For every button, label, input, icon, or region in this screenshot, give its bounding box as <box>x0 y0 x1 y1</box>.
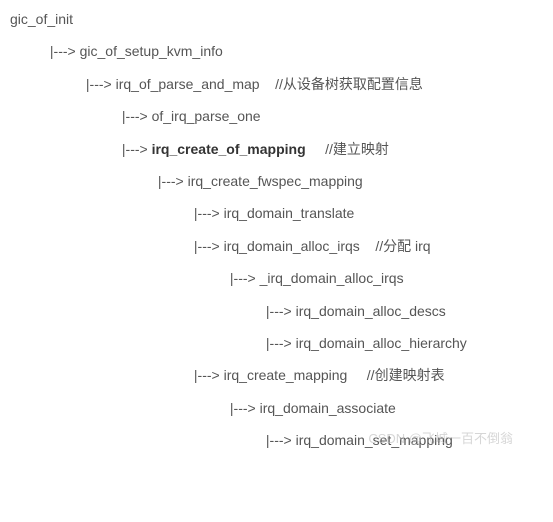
spacer <box>351 367 363 383</box>
func-label: gic_of_init <box>10 11 73 27</box>
tree-arrow: |---> <box>158 173 184 189</box>
tree-root: gic_of_init <box>10 8 543 30</box>
watermark-text: CSDN @飞城一百不倒翁 <box>368 429 513 450</box>
func-label-bold: irq_create_of_mapping <box>152 141 306 157</box>
comment-label: //创建映射表 <box>367 367 445 383</box>
tree-arrow: |---> <box>122 108 148 124</box>
tree-arrow: |---> <box>266 432 292 448</box>
tree-node: |---> irq_domain_alloc_irqs //分配 irq <box>10 235 543 257</box>
tree-node: |---> irq_domain_alloc_descs <box>10 300 543 322</box>
tree-node: |---> irq_create_fwspec_mapping <box>10 170 543 192</box>
tree-arrow: |---> <box>86 76 112 92</box>
func-label: irq_domain_translate <box>224 205 355 221</box>
tree-arrow: |---> <box>122 141 148 157</box>
func-label: irq_domain_alloc_irqs <box>224 238 360 254</box>
spacer <box>263 76 271 92</box>
tree-node: |---> irq_domain_set_mapping CSDN @飞城一百不… <box>10 429 543 451</box>
tree-arrow: |---> <box>194 238 220 254</box>
tree-node: |---> irq_create_of_mapping //建立映射 <box>10 138 543 160</box>
tree-node: |---> irq_domain_associate <box>10 397 543 419</box>
func-label: _irq_domain_alloc_irqs <box>260 270 404 286</box>
tree-node: |---> irq_of_parse_and_map //从设备树获取配置信息 <box>10 73 543 95</box>
spacer <box>364 238 372 254</box>
tree-arrow: |---> <box>230 270 256 286</box>
func-label: irq_create_mapping <box>224 367 348 383</box>
tree-node: |---> irq_domain_alloc_hierarchy <box>10 332 543 354</box>
func-label: gic_of_setup_kvm_info <box>80 43 223 59</box>
func-label: irq_domain_alloc_hierarchy <box>296 335 467 351</box>
tree-node: |---> irq_domain_translate <box>10 202 543 224</box>
comment-label: //从设备树获取配置信息 <box>275 76 423 92</box>
func-label: irq_domain_alloc_descs <box>296 303 446 319</box>
func-label: irq_of_parse_and_map <box>116 76 260 92</box>
comment-label: //建立映射 <box>325 141 389 157</box>
tree-arrow: |---> <box>266 335 292 351</box>
tree-node: |---> _irq_domain_alloc_irqs <box>10 267 543 289</box>
comment-label: //分配 irq <box>375 238 430 254</box>
func-label: of_irq_parse_one <box>152 108 261 124</box>
tree-node: |---> of_irq_parse_one <box>10 105 543 127</box>
func-label: irq_domain_associate <box>260 400 396 416</box>
tree-node: |---> gic_of_setup_kvm_info <box>10 40 543 62</box>
tree-arrow: |---> <box>194 367 220 383</box>
tree-node: |---> irq_create_mapping //创建映射表 <box>10 364 543 386</box>
tree-arrow: |---> <box>230 400 256 416</box>
tree-arrow: |---> <box>50 43 76 59</box>
tree-arrow: |---> <box>194 205 220 221</box>
spacer <box>310 141 322 157</box>
tree-arrow: |---> <box>266 303 292 319</box>
func-label: irq_create_fwspec_mapping <box>188 173 363 189</box>
